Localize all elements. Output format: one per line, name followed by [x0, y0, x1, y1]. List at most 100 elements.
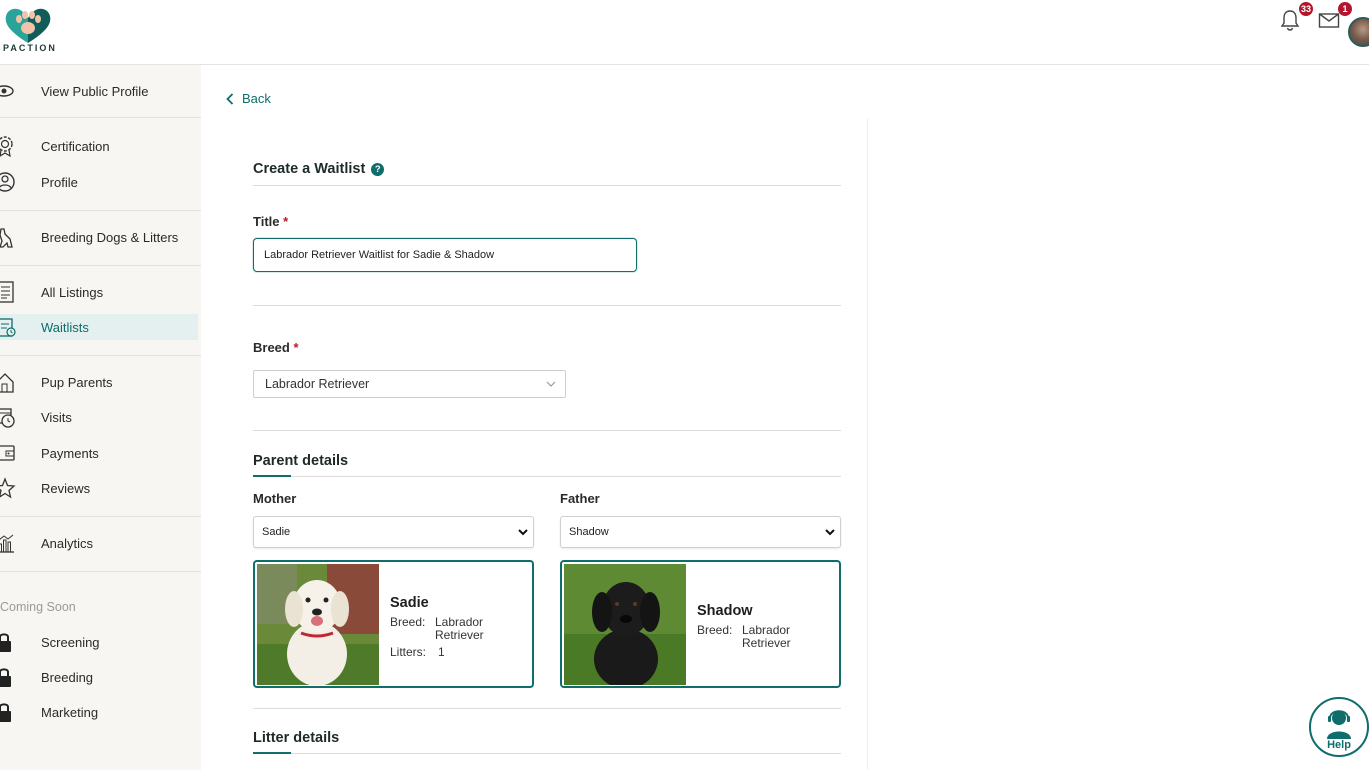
section-divider: [253, 708, 841, 709]
form-heading: Create a Waitlist?: [253, 161, 385, 177]
top-bar: PACTION 33 1: [0, 0, 1369, 65]
section-divider: [253, 305, 841, 306]
sidebar-item-all-listings[interactable]: All Listings: [0, 279, 198, 305]
certificate-badge-icon: [0, 136, 13, 157]
father-breed-key: Breed:: [697, 623, 733, 637]
user-avatar[interactable]: [1348, 17, 1369, 47]
sidebar-divider: [0, 117, 201, 118]
sidebar-item-label: Breeding Dogs & Litters: [41, 229, 179, 245]
mother-select-value: Sadie: [262, 526, 291, 538]
sidebar-item-label: Pup Parents: [41, 374, 113, 390]
mother-breed-key: Breed:: [390, 615, 426, 629]
breed-select[interactable]: Labrador Retriever: [253, 370, 566, 398]
house-icon: [0, 373, 14, 393]
eye-icon: [0, 85, 14, 97]
sidebar-item-certification[interactable]: Certification: [0, 133, 198, 159]
sidebar-item-analytics[interactable]: Analytics: [0, 530, 198, 556]
sidebar-divider: [0, 265, 201, 266]
sidebar-item-pup-parents[interactable]: Pup Parents: [0, 369, 198, 395]
notifications-button[interactable]: 33: [1279, 2, 1313, 34]
sidebar-divider: [0, 571, 201, 572]
chevron-down-icon: [518, 529, 528, 536]
required-mark: *: [293, 340, 299, 355]
sidebar-item-label: Payments: [41, 445, 99, 461]
help-button[interactable]: Help: [1309, 697, 1369, 757]
sidebar-item-payments[interactable]: Payments: [0, 440, 198, 466]
dog-photo-image: [257, 564, 379, 685]
back-link[interactable]: Back: [226, 91, 271, 106]
sidebar-item-breeding: Breeding: [0, 664, 198, 690]
sidebar-item-screening: Screening: [0, 629, 198, 655]
mother-litters-value: 1: [438, 645, 445, 659]
sidebar-item-label: All Listings: [41, 284, 104, 300]
section-underline-accent: [253, 752, 291, 754]
title-label: Title *: [253, 214, 288, 229]
listing-icon: [0, 281, 14, 303]
sidebar-item-label: Reviews: [41, 480, 91, 496]
form-heading-text: Create a Waitlist: [253, 161, 366, 177]
coming-soon-label: Coming Soon: [0, 600, 76, 614]
father-select[interactable]: Shadow: [560, 516, 841, 548]
mother-photo: [257, 564, 379, 685]
sidebar-item-label: Profile: [41, 174, 78, 190]
section-divider: [253, 476, 841, 477]
sidebar-item-label: Screening: [41, 634, 100, 650]
user-circle-icon: [0, 172, 15, 192]
breed-select-value: Labrador Retriever: [265, 377, 370, 391]
dog-photo-image: [564, 564, 686, 685]
sidebar-item-label: View Public Profile: [41, 83, 149, 99]
help-tooltip-icon[interactable]: ?: [371, 163, 385, 176]
mail-icon: [1318, 13, 1340, 28]
mother-breed-value: Labrador Retriever: [435, 615, 484, 642]
waitlist-form-panel: Create a Waitlist? Title * Breed * Labra…: [225, 118, 868, 770]
star-icon: [0, 477, 16, 499]
sidebar-divider: [0, 516, 201, 517]
section-divider: [253, 753, 841, 754]
sidebar-item-breeding-dogs-litters[interactable]: Breeding Dogs & Litters: [0, 224, 198, 250]
title-input[interactable]: [253, 238, 637, 272]
father-select-value: Shadow: [569, 526, 609, 538]
messages-badge: 1: [1338, 2, 1352, 16]
father-photo: [564, 564, 686, 685]
parent-details-heading: Parent details: [253, 453, 349, 469]
sidebar-item-label: Breeding: [41, 669, 94, 685]
section-divider: [253, 185, 841, 186]
mother-label: Mother: [253, 491, 297, 506]
sidebar-item-profile[interactable]: Profile: [0, 169, 198, 195]
father-card[interactable]: Shadow Breed: Labrador Retriever: [560, 560, 841, 688]
lock-icon: [0, 703, 11, 722]
mother-meta: Breed: Labrador Retriever Litters: 1: [390, 616, 530, 676]
sidebar-divider: [0, 355, 201, 356]
father-name: Shadow: [697, 603, 753, 619]
chevron-down-icon: [825, 529, 835, 536]
sidebar-item-label: Certification: [41, 138, 110, 154]
breed-label-text: Breed: [253, 340, 290, 355]
paw-heart-icon: [5, 8, 51, 43]
required-mark: *: [283, 214, 289, 229]
litter-details-heading: Litter details: [253, 730, 340, 746]
sidebar-item-label: Waitlists: [41, 319, 89, 335]
calendar-clock-icon: [0, 408, 15, 428]
sidebar-item-view-public-profile[interactable]: View Public Profile: [0, 78, 198, 104]
sidebar-item-label: Analytics: [41, 535, 94, 551]
messages-button[interactable]: 1: [1318, 2, 1352, 34]
sidebar-item-reviews[interactable]: Reviews: [0, 475, 198, 501]
mother-litters-key: Litters:: [390, 645, 427, 659]
mother-select[interactable]: Sadie: [253, 516, 534, 548]
dog-icon: [0, 228, 13, 248]
father-meta: Breed: Labrador Retriever: [697, 624, 837, 654]
mother-card[interactable]: Sadie Breed: Labrador Retriever Litters:…: [253, 560, 534, 688]
chevron-left-icon: [226, 92, 234, 105]
mother-name: Sadie: [390, 595, 429, 611]
sidebar-item-label: Visits: [41, 409, 72, 425]
sidebar-item-waitlists[interactable]: Waitlists: [0, 314, 198, 340]
back-label: Back: [242, 91, 271, 106]
title-label-text: Title: [253, 214, 280, 229]
lock-icon: [0, 633, 11, 652]
chevron-down-icon: [546, 381, 556, 387]
breed-label: Breed *: [253, 340, 299, 355]
father-label: Father: [560, 491, 600, 506]
help-button-label: Help: [1327, 739, 1351, 751]
sidebar-item-visits[interactable]: Visits: [0, 404, 198, 430]
notifications-badge: 33: [1298, 2, 1313, 16]
